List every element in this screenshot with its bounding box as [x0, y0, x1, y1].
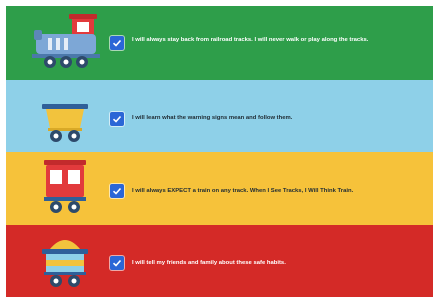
safety-pledge-card: I will always stay back from railroad tr…	[6, 6, 433, 297]
pledge-checkbox-4[interactable]	[110, 256, 124, 270]
pledge-checkbox-1[interactable]	[110, 36, 124, 50]
pledge-row-4: I will tell my friends and family about …	[6, 225, 433, 297]
pledge-row-3: I will always EXPECT a train on any trac…	[6, 152, 433, 225]
pledge-row-1: I will always stay back from railroad tr…	[6, 6, 433, 80]
open-cart-icon	[26, 86, 104, 150]
pledge-text-2: I will learn what the warning signs mean…	[132, 115, 293, 121]
pledge-text-1: I will always stay back from railroad tr…	[132, 37, 369, 43]
train-engine-icon	[26, 10, 104, 74]
pledge-row-2: I will learn what the warning signs mean…	[6, 80, 433, 152]
checkmark-icon	[112, 187, 122, 195]
checkmark-icon	[112, 259, 122, 267]
checkmark-icon	[112, 39, 122, 47]
cargo-cart-icon	[26, 229, 104, 293]
pledge-text-4: I will tell my friends and family about …	[132, 260, 286, 266]
pledge-checkbox-2[interactable]	[110, 112, 124, 126]
passenger-car-icon	[26, 156, 104, 220]
checkmark-icon	[112, 115, 122, 123]
pledge-text-3: I will always EXPECT a train on any trac…	[132, 188, 354, 194]
pledge-checkbox-3[interactable]	[110, 184, 124, 198]
